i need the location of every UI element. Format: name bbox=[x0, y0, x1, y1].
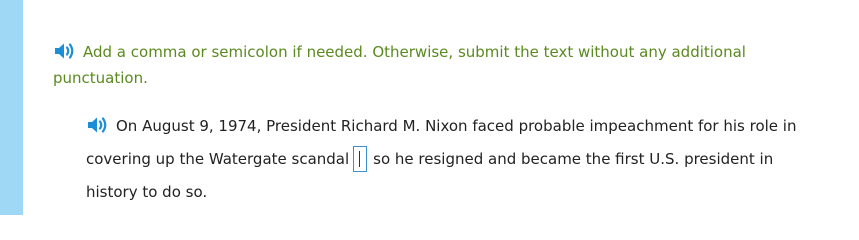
instruction-text: Add a comma or semicolon if needed. Othe… bbox=[53, 39, 843, 91]
instruction-label: Add a comma or semicolon if needed. Othe… bbox=[53, 43, 746, 87]
question-sentence: On August 9, 1974, President Richard M. … bbox=[86, 110, 826, 209]
text-caret bbox=[359, 151, 361, 167]
left-accent-bar bbox=[0, 0, 23, 215]
speaker-icon[interactable] bbox=[86, 114, 110, 134]
punctuation-input[interactable] bbox=[353, 146, 368, 172]
question-panel: Add a comma or semicolon if needed. Othe… bbox=[23, 0, 859, 215]
speaker-icon[interactable] bbox=[53, 41, 77, 61]
